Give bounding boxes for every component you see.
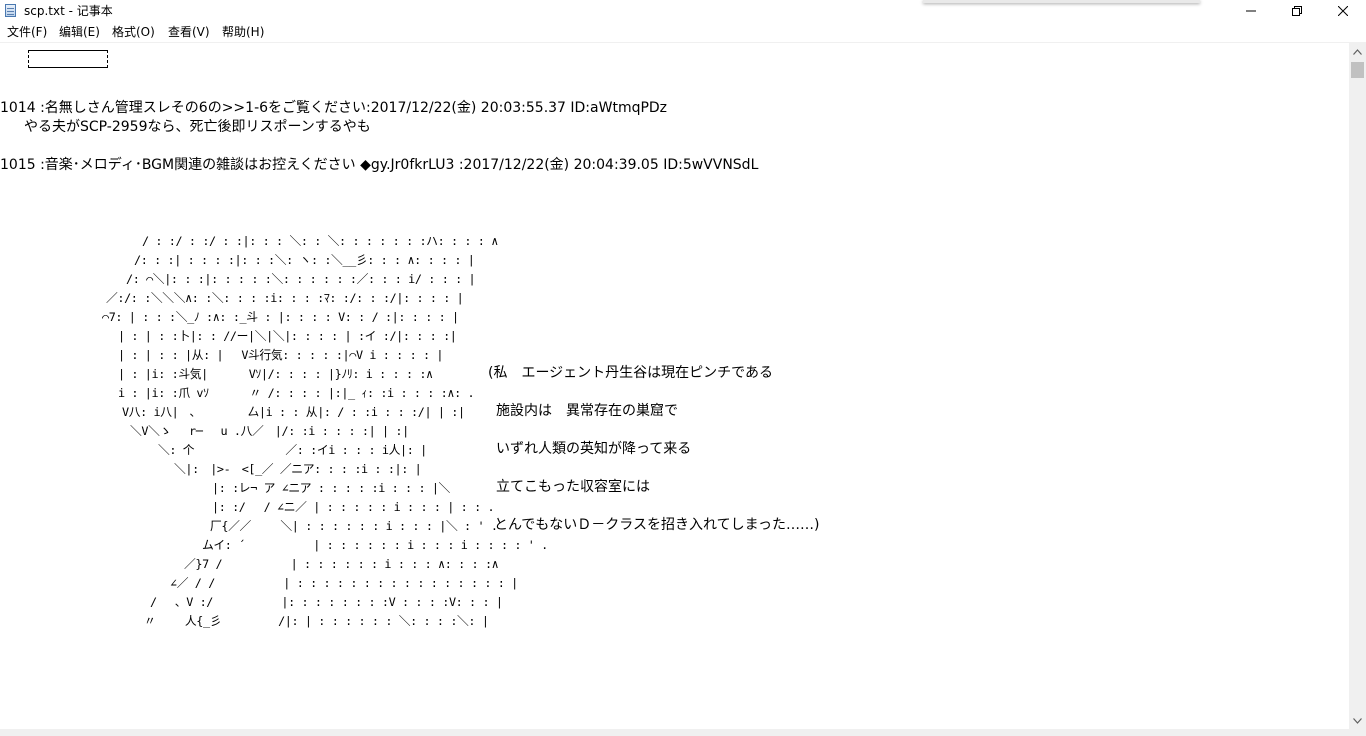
scroll-thumb[interactable] [1351, 62, 1364, 78]
minimize-button[interactable] [1228, 0, 1274, 22]
menu-bar: 文件(F) 编辑(E) 格式(O) 查看(V) 帮助(H) [0, 22, 1366, 43]
overlay-window-edge [923, 0, 1200, 3]
ascii-art-line: ＼V＼ゝ r─ u .八／ |/: :i : : : :| | :| [130, 424, 409, 438]
menu-edit[interactable]: 编辑(E) [59, 25, 100, 39]
close-icon [1338, 6, 1348, 16]
ascii-art-line: | : | : : |从: | V斗行気: : : : :|⌒V i : : :… [118, 348, 444, 362]
minimize-icon [1246, 10, 1256, 12]
ascii-art-line: ∠／ / / | : : : : : : : : : : : : : : : :… [170, 576, 518, 590]
scroll-up-button[interactable] [1349, 43, 1366, 60]
scroll-down-icon [1353, 717, 1362, 724]
scroll-up-icon [1353, 48, 1362, 55]
vertical-scrollbar[interactable] [1349, 43, 1366, 729]
scroll-down-button[interactable] [1349, 712, 1366, 729]
ascii-art-line: | : |i: :斗気| Vｿ|/: : : : |}ﾉﾘ: i : : : :… [118, 367, 433, 381]
ascii-art-line: |: :/ / ∠ニ／ | : : : : : i : : : | : : . [212, 500, 495, 514]
ascii-art-line: /: ⌒＼|: : :|: : : : :＼: : : : : :／: : : … [126, 272, 476, 286]
ascii-art-line: ムイ: ´ | : : : : : : i : : : i : : : : ' … [202, 538, 548, 552]
narration-line: とんでもないＤ－クラスを招き入れてしまった……) [494, 517, 820, 533]
ascii-art-line: | : | : :卜|: : //ー|＼|＼|: : : : | :イ :/|:… [118, 329, 457, 343]
title-bar[interactable]: scp.txt - 记事本 [0, 0, 1366, 22]
ascii-art-line: i : |i: :爪 vｿ 〃 /: : : : |:|_ ｨ: :i : : … [118, 386, 475, 400]
ascii-art-line: V八: i八| ､ 厶|i : : 从|: / : :i : : :/| | :… [122, 405, 465, 419]
ascii-art-line: / 、V :/ |: : : : : : : :V : : : :V: : : … [150, 595, 503, 609]
ascii-art-line: ＼: 个 ／: :イi : : : i人|: | [158, 443, 427, 457]
narration-line: (私 エージェント丹生谷は現在ピンチである [488, 365, 774, 381]
narration-line: 施設内は 異常存在の巣窟で [496, 403, 678, 419]
notepad-window: scp.txt - 记事本 文件(F) 编辑(E) 格式(O) 查看(V) 帮助… [0, 0, 1366, 736]
ascii-art-line: 厂{／／ ＼| : : : : : : i : : : |＼ : ' . [210, 519, 498, 533]
post-body-1014: やる夫がSCP-2959なら、死亡後即リスポーンするやも [10, 119, 371, 135]
post-header-1015: 1015 :音楽･メロディ･BGM関連の雑談はお控えください ◆gy.Jr0fk… [0, 157, 759, 173]
ascii-art-line: ／:/: :＼＼＼∧: :＼: : : :i: : : :ﾏ: :/: : :/… [106, 291, 464, 305]
menu-view[interactable]: 查看(V) [168, 25, 210, 39]
close-button[interactable] [1320, 0, 1366, 22]
ascii-art-line: / : :/ : :/ : :|: : : ＼: : ＼: : : : : : … [142, 234, 498, 248]
menu-format[interactable]: 格式(O) [112, 25, 155, 39]
restore-icon [1292, 6, 1302, 16]
menu-help[interactable]: 帮助(H) [222, 25, 264, 39]
ascii-art-line: ／}7 / | : : : : : : i : : : ∧: : : :∧ [184, 557, 499, 571]
ascii-art-line: /: : :| : : : :|: : :＼: ヽ: :＼__彡: : : ∧:… [134, 253, 475, 267]
post-header-1014: 1014 :名無しさん管理スレその6の>>1-6をご覧ください:2017/12/… [0, 100, 668, 116]
box-drawing-text [28, 50, 108, 68]
narration-line: いずれ人類の英知が降って来る [496, 441, 692, 457]
ascii-art-line: 〃 人{_彡 /|: | : : : : : : ＼: : : :＼: | [144, 614, 489, 628]
ascii-art-line: ＼|: |>‐ <[_／ ／ニア: : : :i : :|: | [174, 462, 422, 476]
horizontal-scrollbar[interactable] [0, 729, 1366, 736]
window-title: scp.txt - 记事本 [24, 4, 113, 18]
restore-button[interactable] [1274, 0, 1320, 22]
ascii-art-line: ⌒7: | : : :＼_ﾉ :∧: :_斗 : |: : : : V: : /… [102, 310, 459, 324]
text-editor-area[interactable]: 1014 :名無しさん管理スレその6の>>1-6をご覧ください:2017/12/… [0, 43, 1349, 729]
menu-file[interactable]: 文件(F) [7, 25, 47, 39]
notepad-icon[interactable] [5, 4, 16, 17]
narration-line: 立てこもった収容室には [496, 479, 650, 495]
ascii-art-line: |: :レ¬ ア ∠ニア : : : : :i : : : |＼ [212, 481, 450, 495]
